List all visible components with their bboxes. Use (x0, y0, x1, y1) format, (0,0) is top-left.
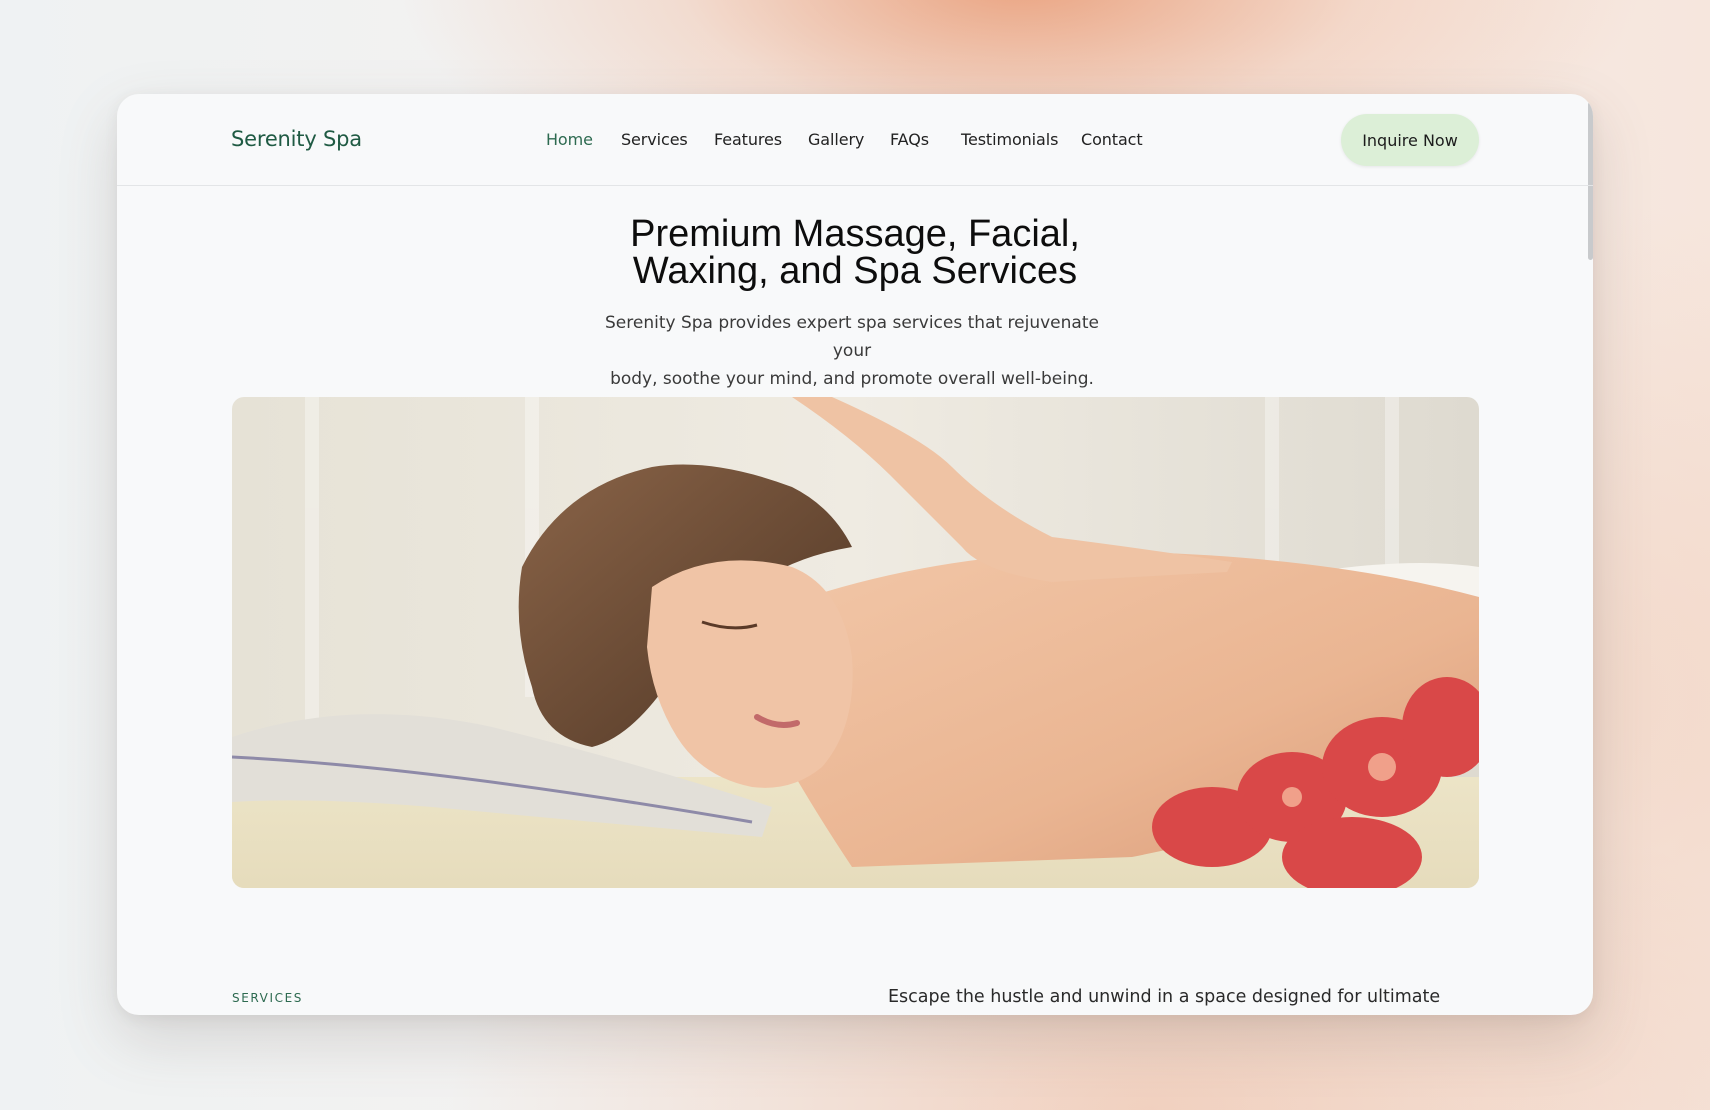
hero-subtitle-line-2: body, soothe your mind, and promote over… (610, 369, 1094, 389)
hero-title-line-2: Waxing, and Spa Services (632, 250, 1078, 292)
nav-item-testimonials[interactable]: Testimonials (961, 130, 1058, 149)
services-section-tag: SERVICES (232, 991, 304, 1005)
nav-item-features[interactable]: Features (714, 130, 782, 149)
services-intro-text: Escape the hustle and unwind in a space … (888, 987, 1441, 1007)
navbar: Serenity Spa Home Services Features Gall… (117, 94, 1593, 186)
hero-image (232, 397, 1479, 888)
nav-item-faqs[interactable]: FAQs (890, 130, 929, 149)
hero-title: Premium Massage, Facial, Waxing, and Spa… (117, 213, 1593, 292)
hero-subtitle: Serenity Spa provides expert spa service… (587, 309, 1117, 393)
nav-item-gallery[interactable]: Gallery (808, 130, 864, 149)
massage-photo-illustration (232, 397, 1479, 888)
nav-item-home[interactable]: Home (546, 130, 593, 149)
hero-title-line-1: Premium Massage, Facial, (630, 213, 1080, 255)
nav-item-contact[interactable]: Contact (1081, 130, 1143, 149)
inquire-now-button[interactable]: Inquire Now (1341, 114, 1479, 166)
nav-item-services[interactable]: Services (621, 130, 688, 149)
browser-window: Serenity Spa Home Services Features Gall… (117, 94, 1593, 1015)
hero-subtitle-line-1: Serenity Spa provides expert spa service… (605, 313, 1099, 361)
